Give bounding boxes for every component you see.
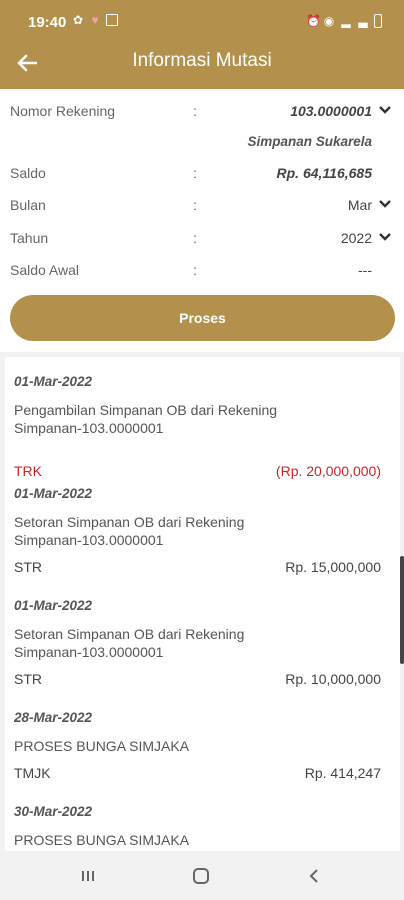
recent-apps-icon — [82, 871, 94, 881]
opening-balance-label: Saldo Awal — [10, 262, 80, 278]
separator-colon: : — [193, 165, 197, 181]
nav-back-button[interactable] — [301, 863, 327, 889]
wifi-icon: ▃ — [358, 14, 368, 28]
heart-icon: ♥ — [91, 13, 99, 27]
scrollbar[interactable] — [400, 556, 404, 664]
transaction-amount: Rp. 15,000,000 — [285, 559, 381, 575]
year-row[interactable]: Tahun : 2022 — [0, 224, 404, 252]
account-type: Simpanan Sukarela — [247, 134, 372, 149]
month-label: Bulan — [10, 197, 46, 213]
transaction-description: PROSES BUNGA SIMJAKA — [14, 832, 190, 848]
home-button[interactable] — [188, 863, 214, 889]
opening-balance-row: Saldo Awal : --- — [0, 256, 404, 284]
home-icon — [193, 868, 209, 884]
app-header: 19:40 ✿ ♥ ⏰ ◉ ▂ ▃ Informasi Mutasi — [0, 0, 404, 89]
separator-colon: : — [193, 262, 197, 278]
transaction-amount: (Rp. 20,000,000) — [275, 463, 381, 479]
transaction-date: 01-Mar-2022 — [14, 486, 93, 501]
account-number-label: Nomor Rekening — [10, 103, 116, 119]
transaction-code: STR — [14, 671, 42, 687]
hotspot-icon: ◉ — [323, 14, 335, 28]
settings-icon: ✿ — [72, 13, 84, 27]
transaction-description: Pengambilan Simpanan OB dari Rekening Si… — [14, 402, 278, 436]
month-value: Mar — [347, 197, 372, 213]
year-value: 2022 — [340, 230, 372, 246]
gallery-icon — [106, 14, 118, 26]
signal-icon: ▂ — [341, 14, 351, 28]
chevron-down-icon[interactable] — [378, 199, 392, 209]
battery-icon — [374, 14, 382, 28]
opening-balance-value: --- — [358, 262, 372, 278]
transaction-date: 28-Mar-2022 — [14, 710, 93, 725]
separator-colon: : — [193, 197, 197, 213]
transaction-date: 01-Mar-2022 — [14, 374, 93, 389]
year-label: Tahun — [10, 230, 49, 246]
toolbar: Informasi Mutasi — [0, 42, 404, 89]
chevron-down-icon[interactable] — [378, 105, 392, 115]
status-bar: 19:40 ✿ ♥ ⏰ ◉ ▂ ▃ — [0, 0, 404, 42]
filter-form: Nomor Rekening : 103.0000001 Simpanan Su… — [0, 89, 404, 352]
balance-value: Rp. 64,116,685 — [276, 165, 372, 181]
proses-button[interactable]: Proses — [10, 295, 395, 341]
status-time: 19:40 — [28, 14, 67, 31]
notification-icons: ✿ ♥ — [72, 14, 118, 26]
balance-row: Saldo : Rp. 64,116,685 — [0, 159, 404, 187]
alarm-icon: ⏰ — [306, 14, 321, 28]
transaction-amount: Rp. 414,247 — [304, 765, 381, 781]
separator-colon: : — [193, 230, 197, 246]
transaction-date: 01-Mar-2022 — [14, 598, 93, 613]
transaction-amount: Rp. 10,000,000 — [285, 671, 381, 687]
transaction-description: Setoran Simpanan OB dari Rekening Simpan… — [14, 514, 245, 548]
account-number-row[interactable]: Nomor Rekening : 103.0000001 — [0, 97, 404, 125]
transaction-date: 30-Mar-2022 — [14, 804, 93, 819]
separator-colon: : — [193, 103, 197, 119]
nav-back-icon — [309, 869, 318, 883]
system-icons: ⏰ ◉ ▂ ▃ — [306, 14, 382, 28]
transaction-code: TRK — [14, 463, 42, 479]
transaction-list[interactable]: 01-Mar-2022 Pengambilan Simpanan OB dari… — [5, 357, 400, 851]
balance-label: Saldo — [10, 165, 46, 181]
page-title: Informasi Mutasi — [132, 50, 272, 71]
month-row[interactable]: Bulan : Mar — [0, 191, 404, 219]
transaction-code: STR — [14, 559, 42, 575]
recent-apps-button[interactable] — [75, 863, 101, 889]
account-number-value: 103.0000001 — [290, 103, 372, 119]
chevron-down-icon[interactable] — [378, 232, 392, 242]
transaction-code: TMJK — [14, 765, 51, 781]
transaction-description: Setoran Simpanan OB dari Rekening Simpan… — [14, 626, 245, 660]
transaction-description: PROSES BUNGA SIMJAKA — [14, 738, 190, 754]
system-nav-bar — [0, 851, 404, 900]
